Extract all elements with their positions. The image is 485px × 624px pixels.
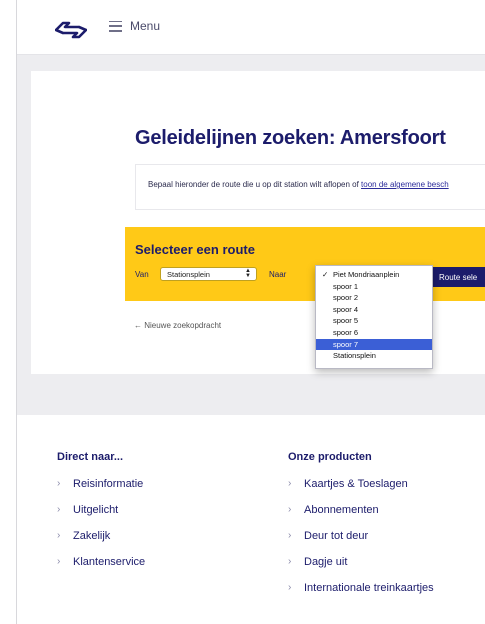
van-select[interactable]: Stationsplein ▲ ▼ bbox=[160, 267, 257, 281]
naar-dropdown-list[interactable]: ✓ Piet Mondriaanplein spoor 1 spoor 2 spoor … bbox=[315, 265, 433, 369]
footer-link-label: Zakelijk bbox=[73, 530, 111, 542]
footer-link[interactable]: › Internationale treinkaartjes bbox=[288, 582, 434, 596]
footer-link[interactable]: › Klantenservice bbox=[57, 556, 145, 570]
footer-link-label: Deur tot deur bbox=[304, 530, 369, 542]
checkmark-icon: ✓ bbox=[322, 270, 329, 279]
footer-onze-producten: Onze producten › Kaartjes & Toeslagen › Abo… bbox=[288, 451, 434, 608]
dropdown-option[interactable]: spoor 7 bbox=[316, 338, 432, 351]
dropdown-option-label: spoor 5 bbox=[333, 316, 359, 326]
select-arrows-icon: ▲ ▼ bbox=[245, 268, 251, 279]
van-select-value: Stationsplein bbox=[167, 270, 210, 279]
footer-link-label: Reisinformatie bbox=[73, 478, 144, 490]
page-title: Geleidelijnen zoeken: Amersfoort bbox=[135, 127, 446, 149]
dropdown-option-label: spoor 2 bbox=[333, 293, 359, 303]
dropdown-option[interactable]: spoor 6 bbox=[316, 327, 432, 339]
footer-link[interactable]: › Deur tot deur bbox=[288, 530, 434, 544]
footer-link[interactable]: › Dagje uit bbox=[288, 556, 434, 570]
footer-heading: Onze producten bbox=[288, 451, 372, 463]
dropdown-option[interactable]: ✓ Piet Mondriaanplein bbox=[316, 269, 432, 281]
dropdown-option[interactable]: Stationsplein bbox=[316, 350, 432, 362]
footer-heading: Direct naar... bbox=[57, 451, 124, 463]
chevron-right-icon: › bbox=[288, 582, 292, 593]
dropdown-option-label: spoor 1 bbox=[333, 281, 359, 291]
dropdown-option-label: Piet Mondriaanplein bbox=[333, 270, 400, 279]
chevron-right-icon: › bbox=[288, 556, 292, 567]
footer-link-label: Uitgelicht bbox=[73, 504, 119, 516]
route-select-button[interactable]: Route sele bbox=[429, 267, 485, 287]
page-frame: Menu Geleidelijnen zoeken: Amersfoort Be… bbox=[16, 0, 485, 624]
route-title: Selecteer een route bbox=[135, 242, 255, 257]
general-description-link[interactable]: toon de algemene besch bbox=[361, 180, 449, 189]
dropdown-option[interactable]: spoor 4 bbox=[316, 304, 432, 316]
ns-logo-icon[interactable] bbox=[55, 20, 87, 40]
dropdown-option-label: spoor 6 bbox=[333, 327, 359, 337]
top-bar: Menu bbox=[17, 0, 485, 55]
chevron-right-icon: › bbox=[57, 530, 61, 541]
chevron-right-icon: › bbox=[288, 504, 292, 515]
footer-link-label: Internationale treinkaartjes bbox=[304, 582, 434, 594]
intro-prefix: Bepaal hieronder de route die u op dit s… bbox=[148, 180, 362, 189]
naar-label: Naar bbox=[269, 270, 287, 279]
chevron-right-icon: › bbox=[57, 504, 61, 515]
intro-box: Bepaal hieronder de route die u op dit s… bbox=[135, 164, 485, 210]
intro-text: Bepaal hieronder de route die u op dit s… bbox=[148, 180, 449, 189]
dropdown-option[interactable]: spoor 2 bbox=[316, 292, 432, 304]
footer-link[interactable]: › Abonnementen bbox=[288, 504, 434, 518]
chevron-right-icon: › bbox=[288, 478, 292, 489]
footer-link-label: Kaartjes & Toeslagen bbox=[304, 478, 408, 490]
footer-link-label: Klantenservice bbox=[73, 556, 146, 568]
hamburger-icon bbox=[109, 20, 122, 32]
footer: Direct naar... › Reisinformatie › Uitgelich… bbox=[17, 415, 485, 624]
chevron-right-icon: › bbox=[288, 530, 292, 541]
footer-link[interactable]: › Zakelijk bbox=[57, 530, 145, 544]
menu-button[interactable]: Menu bbox=[109, 19, 160, 33]
dropdown-option-label: spoor 4 bbox=[333, 304, 359, 314]
footer-link[interactable]: › Uitgelicht bbox=[57, 504, 145, 518]
van-label: Van bbox=[135, 270, 149, 279]
menu-label: Menu bbox=[130, 19, 161, 33]
chevron-right-icon: › bbox=[57, 478, 61, 489]
dropdown-option-label: Stationsplein bbox=[333, 351, 376, 361]
dropdown-option[interactable]: spoor 5 bbox=[316, 315, 432, 327]
new-search-link[interactable]: ← Nieuwe zoekopdracht bbox=[134, 321, 221, 330]
footer-direct-naar: Direct naar... › Reisinformatie › Uitgelich… bbox=[57, 451, 145, 582]
footer-link[interactable]: › Kaartjes & Toeslagen bbox=[288, 478, 434, 492]
footer-link[interactable]: › Reisinformatie bbox=[57, 478, 145, 492]
footer-link-label: Abonnementen bbox=[304, 504, 379, 516]
dropdown-option-label: spoor 7 bbox=[333, 339, 359, 349]
chevron-right-icon: › bbox=[57, 556, 61, 567]
footer-link-label: Dagje uit bbox=[304, 556, 348, 568]
dropdown-option[interactable]: spoor 1 bbox=[316, 281, 432, 293]
